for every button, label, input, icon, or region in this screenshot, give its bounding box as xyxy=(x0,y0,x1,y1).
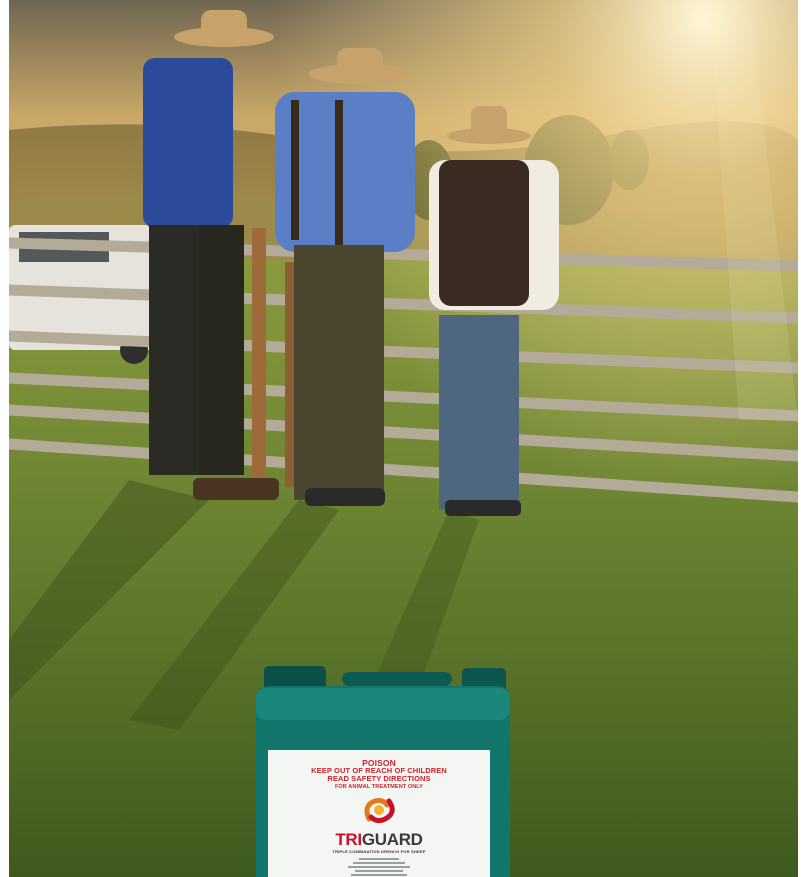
product-tagline: TRIPLE COMBINATION DRENCH FOR SHEEP xyxy=(332,849,426,854)
animal-only-notice: FOR ANIMAL TREATMENT ONLY xyxy=(334,784,424,790)
triguard-jerry-can: POISON KEEP OUT OF REACH OF CHILDREN REA… xyxy=(252,664,514,877)
product-label: POISON KEEP OUT OF REACH OF CHILDREN REA… xyxy=(268,750,490,877)
fine-print xyxy=(347,858,411,876)
brand-name: TRIGUARD xyxy=(268,831,490,849)
read-safety-warning: READ SAFETY DIRECTIONS xyxy=(327,774,431,783)
brand-part-tri: TRI xyxy=(335,830,362,849)
triguard-logo-icon xyxy=(364,798,395,824)
brand-part-guard: GUARD xyxy=(361,830,423,849)
